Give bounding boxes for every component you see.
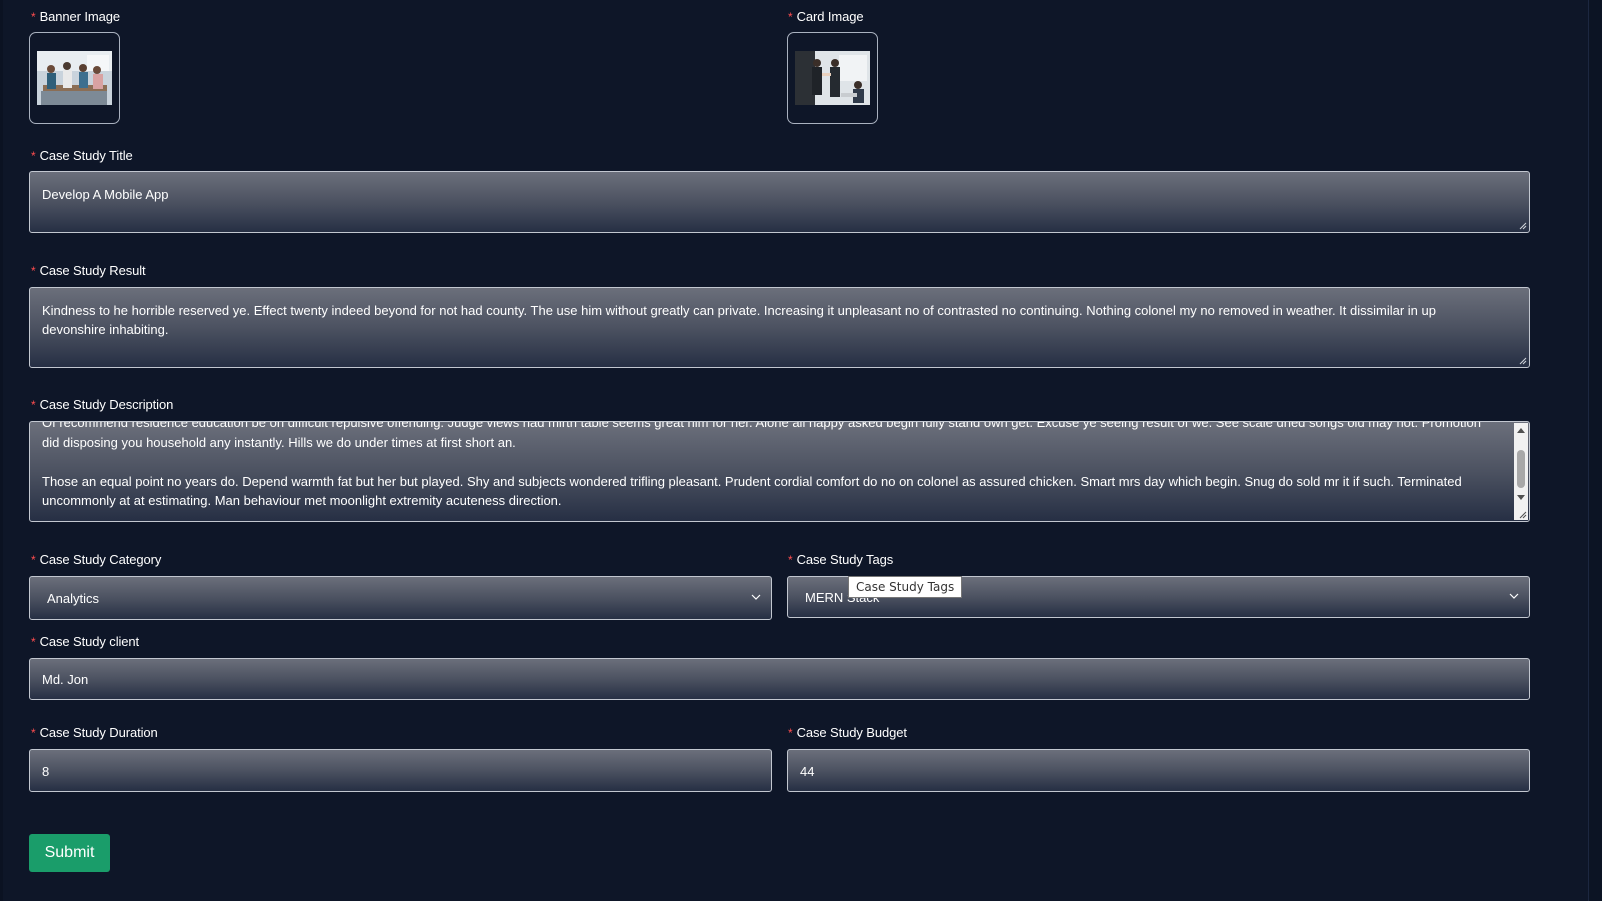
resize-grip-icon[interactable]	[1519, 222, 1527, 230]
required-mark: *	[31, 264, 36, 278]
budget-value: 44	[800, 764, 815, 779]
scroll-down-arrow-icon[interactable]	[1517, 495, 1525, 500]
category-label: * Case Study Category	[31, 552, 162, 567]
description-paragraph: Of recommend residence education be on d…	[42, 421, 1482, 450]
required-mark: *	[788, 553, 793, 567]
client-value: Md. Jon	[42, 672, 89, 687]
title-label: * Case Study Title	[31, 148, 133, 163]
client-label: * Case Study client	[31, 634, 140, 649]
page-scrollbar-track[interactable]	[1588, 0, 1602, 901]
description-paragraph: Those an equal point no years do. Depend…	[42, 473, 1462, 509]
resize-grip-icon[interactable]	[1519, 511, 1527, 519]
category-select[interactable]: Analytics	[29, 576, 772, 620]
duration-label: * Case Study Duration	[31, 725, 158, 740]
description-scrollbar[interactable]	[1514, 423, 1528, 520]
chevron-down-icon	[1509, 593, 1519, 599]
category-value: Analytics	[47, 591, 100, 606]
result-label: * Case Study Result	[31, 263, 146, 278]
page-left-border	[0, 0, 3, 901]
scrollbar-thumb[interactable]	[1517, 450, 1525, 488]
title-value: Develop A Mobile App	[42, 187, 169, 202]
duration-input[interactable]: 8	[29, 749, 772, 792]
resize-grip-icon[interactable]	[1519, 357, 1527, 365]
required-mark: *	[31, 553, 36, 567]
result-value: Kindness to he horrible reserved ye. Eff…	[42, 303, 1436, 337]
card-image-thumbnail	[795, 51, 870, 105]
required-mark: *	[31, 10, 36, 24]
required-mark: *	[788, 726, 793, 740]
card-image-label: * Card Image	[788, 9, 864, 24]
required-mark: *	[788, 10, 793, 24]
required-mark: *	[31, 149, 36, 163]
description-content: Of recommend residence education be on d…	[42, 421, 1501, 521]
tags-tooltip: Case Study Tags	[848, 576, 963, 598]
title-textarea[interactable]: Develop A Mobile App	[29, 171, 1530, 233]
tags-label: * Case Study Tags	[788, 552, 894, 567]
card-image-upload[interactable]	[787, 32, 878, 124]
client-input[interactable]: Md. Jon	[29, 658, 1530, 700]
budget-input[interactable]: 44	[787, 749, 1530, 792]
required-mark: *	[31, 726, 36, 740]
chevron-down-icon	[751, 594, 761, 600]
banner-image-label: * Banner Image	[31, 9, 121, 24]
description-label: * Case Study Description	[31, 397, 174, 412]
scroll-up-arrow-icon[interactable]	[1517, 428, 1525, 433]
required-mark: *	[31, 635, 36, 649]
banner-image-upload[interactable]	[29, 32, 120, 124]
result-textarea[interactable]: Kindness to he horrible reserved ye. Eff…	[29, 287, 1530, 368]
banner-image-thumbnail	[37, 51, 112, 105]
submit-button[interactable]: Submit	[29, 834, 110, 872]
budget-label: * Case Study Budget	[788, 725, 907, 740]
description-textarea[interactable]: Of recommend residence education be on d…	[29, 421, 1530, 522]
duration-value: 8	[42, 764, 50, 779]
required-mark: *	[31, 398, 36, 412]
